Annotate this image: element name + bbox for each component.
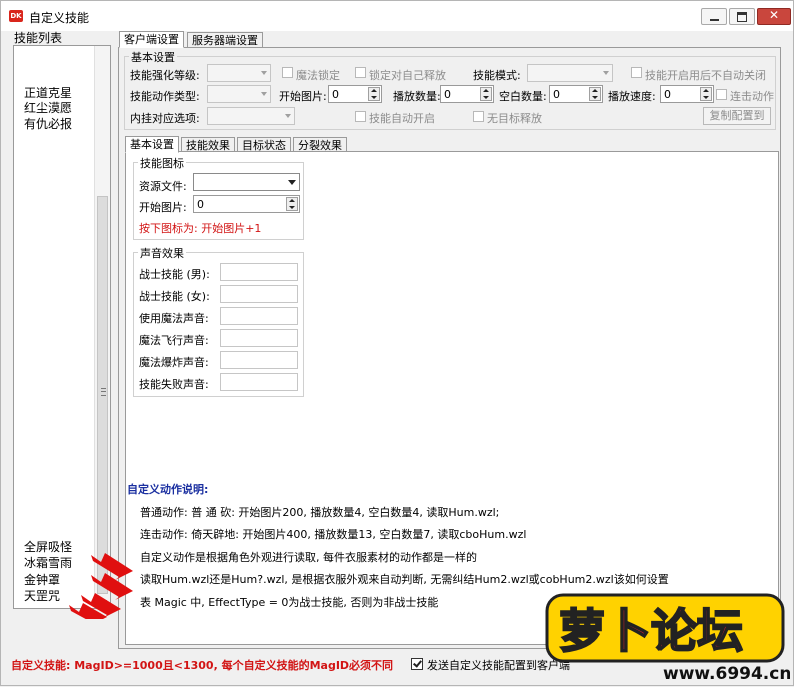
blank-count-label: 空白数量: (499, 90, 547, 103)
icon-start-value: 0 (197, 198, 204, 211)
skill-level-select[interactable] (207, 64, 271, 82)
icon-start-label: 开始图片: (139, 201, 187, 214)
warrior-female-field[interactable] (220, 285, 298, 303)
action-type-select[interactable] (207, 85, 271, 103)
desc-line: 读取Hum.wzl还是Hum?.wzl, 是根据衣服外观来自动判断, 无需纠结H… (140, 573, 669, 586)
no-target-label: 无目标释放 (487, 112, 542, 125)
play-speed-label: 播放速度: (608, 90, 656, 103)
start-image-spinner[interactable]: 0 (328, 85, 382, 103)
resource-file-select[interactable] (193, 173, 300, 191)
explode-sound-label: 魔法爆炸声音: (139, 356, 209, 369)
skill-list[interactable]: 正道克星 红尘漠愿 有仇必报 全屏吸怪 冰霜雪雨 金钟罩 天罡咒 (13, 45, 111, 609)
basic-settings-title: 基本设置 (129, 49, 177, 65)
tab-basic[interactable]: 基本设置 (125, 136, 179, 153)
icon-start-spinner[interactable]: 0 (193, 195, 300, 213)
warrior-male-label: 战士技能 (男): (139, 268, 210, 281)
scrollbar-thumb[interactable] (97, 196, 108, 594)
app-window: DK 自定义技能 ✕ 技能列表 正道克星 红尘漠愿 有仇必报 全屏吸怪 冰霜雪雨… (0, 0, 794, 686)
list-item[interactable]: 天罡咒 (24, 589, 60, 604)
title-bar: DK 自定义技能 ✕ (1, 1, 793, 31)
no-target-checkbox[interactable] (473, 111, 484, 122)
basic-tab-panel: 技能图标 资源文件: 开始图片: 0 按下图标为: 开始图片+1 声音效果 战士… (125, 151, 779, 645)
list-item[interactable]: 红尘漠愿 (24, 101, 72, 116)
play-speed-value: 0 (664, 88, 671, 101)
action-type-label: 技能动作类型: (130, 90, 200, 103)
blank-count-spinner[interactable]: 0 (549, 85, 603, 103)
magid-warning: 自定义技能: MagID>=1000且<1300, 每个自定义技能的MagID必… (11, 659, 394, 672)
magic-lock-checkbox[interactable] (282, 67, 293, 78)
blank-count-value: 0 (553, 88, 560, 101)
sound-group-title: 声音效果 (138, 245, 186, 261)
auto-close-checkbox[interactable] (631, 67, 642, 78)
send-config-checkbox[interactable] (411, 658, 423, 670)
skill-mode-label: 技能模式: (473, 69, 521, 82)
spin-arrows-icon[interactable] (589, 87, 601, 101)
fly-sound-label: 魔法飞行声音: (139, 334, 209, 347)
resource-file-label: 资源文件: (139, 180, 187, 193)
list-item[interactable]: 金钟罩 (24, 573, 60, 588)
spin-arrows-icon[interactable] (286, 197, 298, 211)
maximize-button[interactable] (729, 8, 755, 25)
grip-icon (101, 388, 106, 396)
play-count-value: 0 (444, 88, 451, 101)
desc-line: 表 Magic 中, EffectType = 0为战士技能, 否则为非战士技能 (140, 596, 439, 609)
site-logo: 萝卜论坛 www.6994.cn (545, 593, 790, 684)
auto-on-label: 技能自动开启 (369, 112, 435, 125)
close-button[interactable]: ✕ (757, 8, 791, 25)
start-image-label: 开始图片: (279, 90, 327, 103)
desc-line: 连击动作: 倚天辟地: 开始图片400, 播放数量13, 空白数量7, 读取cb… (140, 528, 527, 541)
spin-arrows-icon[interactable] (480, 87, 492, 101)
combo-action-checkbox[interactable] (716, 89, 727, 100)
play-count-spinner[interactable]: 0 (440, 85, 494, 103)
icon-group-title: 技能图标 (138, 155, 186, 171)
auto-close-label: 技能开启用后不自动关闭 (645, 69, 766, 82)
lock-self-checkbox[interactable] (355, 67, 366, 78)
warrior-female-label: 战士技能 (女): (139, 290, 210, 303)
list-scrollbar[interactable] (94, 46, 110, 608)
chevron-down-icon (288, 180, 296, 185)
desc-line: 自定义动作是根据角色外观进行读取, 每件衣服素材的动作都是一样的 (140, 551, 477, 564)
skill-list-label: 技能列表 (14, 31, 63, 45)
fly-sound-field[interactable] (220, 329, 298, 347)
play-count-label: 播放数量: (393, 90, 441, 103)
logo-url: www.6994.cn (663, 664, 790, 684)
skill-mode-select[interactable] (527, 64, 613, 82)
play-speed-spinner[interactable]: 0 (660, 85, 714, 103)
use-magic-sound-field[interactable] (220, 307, 298, 325)
chevron-down-icon (261, 71, 267, 75)
skill-level-label: 技能强化等级: (130, 69, 200, 82)
start-image-value: 0 (332, 88, 339, 101)
minimize-button[interactable] (701, 8, 727, 25)
warrior-male-field[interactable] (220, 263, 298, 281)
spin-arrows-icon[interactable] (700, 87, 712, 101)
explode-sound-field[interactable] (220, 351, 298, 369)
list-item[interactable]: 正道克星 (24, 86, 72, 101)
desc-line: 普通动作: 普 通 砍: 开始图片200, 播放数量4, 空白数量4, 读取Hu… (140, 506, 500, 519)
logo-text: 萝卜论坛 (559, 604, 743, 658)
app-icon: DK (9, 10, 23, 22)
lock-self-label: 锁定对自己释放 (369, 69, 446, 82)
chevron-down-icon (261, 92, 267, 96)
fail-sound-field[interactable] (220, 373, 298, 391)
tab-client-settings[interactable]: 客户端设置 (119, 31, 184, 48)
chevron-down-icon (285, 114, 291, 118)
annotation-arrows (69, 553, 133, 619)
auto-on-checkbox[interactable] (355, 111, 366, 122)
copy-config-button[interactable]: 复制配置到 (703, 107, 771, 125)
list-item[interactable]: 有仇必报 (24, 117, 72, 132)
fail-sound-label: 技能失败声音: (139, 378, 209, 391)
desc-title: 自定义动作说明: (127, 483, 209, 496)
icon-hint: 按下图标为: 开始图片+1 (139, 222, 262, 235)
spin-arrows-icon[interactable] (368, 87, 380, 101)
magic-lock-label: 魔法锁定 (296, 69, 340, 82)
tab-server-settings[interactable]: 服务器端设置 (187, 32, 263, 48)
use-magic-sound-label: 使用魔法声音: (139, 312, 209, 325)
hook-option-select[interactable] (207, 107, 295, 125)
close-icon: ✕ (768, 8, 780, 22)
chevron-down-icon (603, 71, 609, 75)
hook-option-label: 内挂对应选项: (130, 112, 200, 125)
window-title: 自定义技能 (29, 11, 90, 25)
combo-action-label: 连击动作 (730, 90, 774, 103)
